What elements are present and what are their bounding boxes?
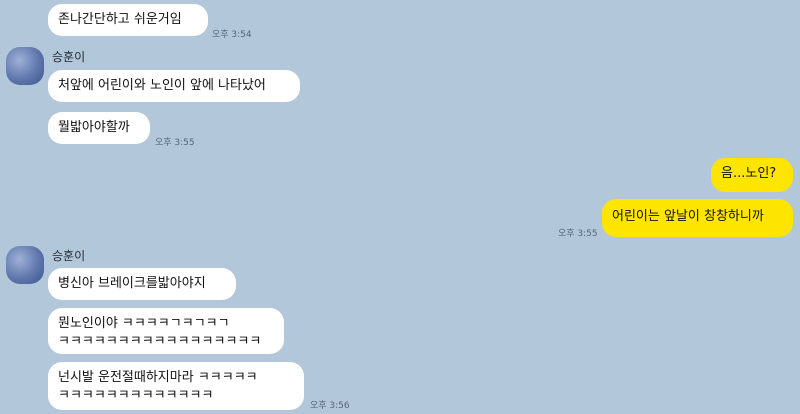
message-time: 오후 3:55: [558, 229, 598, 239]
message-time: 오후 3:56: [310, 401, 350, 411]
message-bubble[interactable]: 넌시발 운전절때하지마라 ㅋㅋㅋㅋㅋ ㅋㅋㅋㅋㅋㅋㅋㅋㅋㅋㅋㅋㅋ: [48, 362, 304, 410]
message-line: ㅋㅋㅋㅋㅋㅋㅋㅋㅋㅋㅋㅋㅋㅋㅋㅋㅋ: [58, 334, 262, 349]
sender-name: 승훈이: [52, 50, 86, 64]
message-line: ㅋㅋㅋㅋㅋㅋㅋㅋㅋㅋㅋㅋㅋ: [58, 388, 214, 403]
message-bubble-mine[interactable]: 어린이는 앞날이 창창하니까: [602, 199, 793, 237]
sender-name: 승훈이: [52, 249, 86, 263]
message-time: 오후 3:54: [212, 30, 252, 40]
avatar[interactable]: [6, 47, 44, 85]
message-bubble[interactable]: 병신아 브레이크를밟아야지: [48, 268, 236, 300]
message-bubble[interactable]: 존나간단하고 쉬운거임: [48, 4, 208, 36]
message-time: 오후 3:55: [155, 138, 195, 148]
avatar[interactable]: [6, 246, 44, 284]
message-line: 넌시발 운전절때하지마라 ㅋㅋㅋㅋㅋ: [58, 370, 258, 385]
message-bubble[interactable]: 뭔노인이야 ㅋㅋㅋㅋㄱㅋㄱㅋㄱ ㅋㅋㅋㅋㅋㅋㅋㅋㅋㅋㅋㅋㅋㅋㅋㅋㅋ: [48, 308, 284, 354]
message-bubble-mine[interactable]: 음...노인?: [711, 158, 793, 192]
message-bubble[interactable]: 처앞에 어린이와 노인이 앞에 나타났어: [48, 70, 300, 102]
message-line: 뭔노인이야 ㅋㅋㅋㅋㄱㅋㄱㅋㄱ: [58, 316, 230, 331]
chat-area[interactable]: 존나간단하고 쉬운거임 오후 3:54 승훈이 처앞에 어린이와 노인이 앞에 …: [0, 0, 800, 414]
message-bubble[interactable]: 뭘밟아야할까: [48, 112, 150, 144]
